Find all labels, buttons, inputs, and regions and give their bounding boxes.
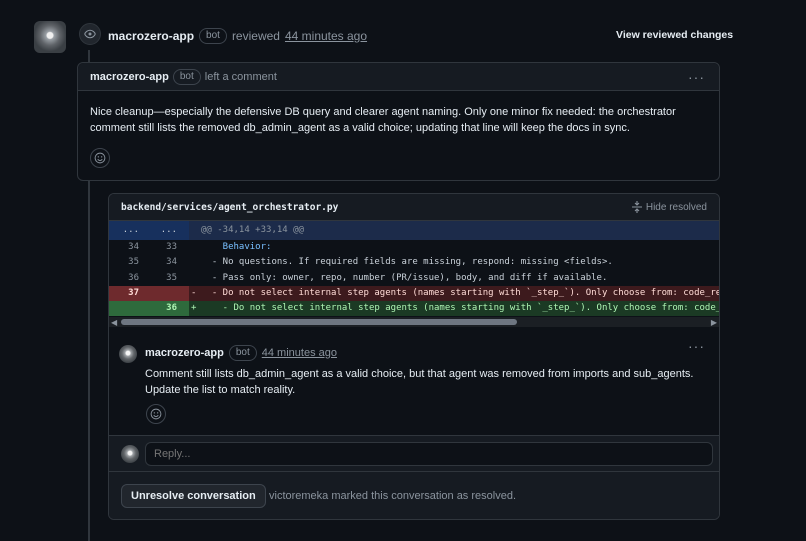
diff-line-deleted: 37 - - Do not select internal step agent… <box>109 285 719 302</box>
review-summary: macrozero-app bot left a comment ··· Nic… <box>77 62 720 181</box>
file-header: backend/services/agent_orchestrator.py H… <box>109 194 719 221</box>
diff-view: ... ... @@ -34,14 +33,14 @@ 34 33 Behavi… <box>109 221 719 317</box>
old-line-number: 35 <box>128 257 139 268</box>
bot-badge: bot <box>228 345 257 361</box>
summary-body: Nice cleanup—especially the defensive DB… <box>90 106 676 134</box>
resolve-area: Unresolve conversation victoremeka marke… <box>109 472 719 519</box>
new-line-number: 34 <box>166 257 177 268</box>
add-reaction-button[interactable] <box>146 404 166 424</box>
new-line-number: 35 <box>166 272 177 283</box>
comment-time[interactable]: 44 minutes ago <box>262 347 337 359</box>
smiley-icon <box>150 408 162 420</box>
diff-line: 36 35 - Pass only: owner, repo, number (… <box>109 271 719 286</box>
hunk-expand-down[interactable]: ... <box>147 221 177 240</box>
diff-code: - Pass only: owner, repo, number (PR/iss… <box>201 272 608 283</box>
comment-author[interactable]: macrozero-app <box>145 347 224 359</box>
reply-input[interactable] <box>145 442 713 466</box>
fold-icon <box>631 201 642 213</box>
old-line-number: 37 <box>128 287 139 298</box>
comment-header: macrozero-app bot 44 minutes ago <box>145 345 337 361</box>
hide-resolved-button[interactable]: Hide resolved <box>631 201 707 213</box>
diff-code: - Do not select internal step agents (na… <box>201 287 719 298</box>
more-options-icon[interactable]: ··· <box>688 69 705 85</box>
review-time[interactable]: 44 minutes ago <box>285 29 367 43</box>
summary-action: left a comment <box>204 70 277 83</box>
smiley-icon <box>94 152 106 164</box>
diff-sign: + <box>191 303 197 314</box>
eye-icon <box>79 23 101 45</box>
unresolve-conversation-button[interactable]: Unresolve conversation <box>121 484 266 508</box>
diff-code: - No questions. If required fields are m… <box>201 257 613 268</box>
diff-code: - Do not select internal step agents (na… <box>201 303 719 314</box>
hide-resolved-label: Hide resolved <box>645 201 707 213</box>
view-reviewed-changes-link[interactable]: View reviewed changes <box>616 29 733 41</box>
diff-line: 35 34 - No questions. If required fields… <box>109 255 719 270</box>
bot-badge: bot <box>199 28 227 44</box>
timeline-line <box>88 180 90 541</box>
old-line-number: 36 <box>128 272 139 283</box>
review-author[interactable]: macrozero-app <box>108 29 194 43</box>
diff-line-added: 36 + - Do not select internal step agent… <box>109 301 719 317</box>
scroll-left-icon[interactable]: ◀ <box>111 318 117 327</box>
hunk-expand-up[interactable]: ... <box>109 221 139 240</box>
review-header: macrozero-app bot reviewed 44 minutes ag… <box>108 28 367 44</box>
diff-line: 34 33 Behavior: <box>109 240 719 255</box>
review-comment: macrozero-app bot 44 minutes ago ··· Com… <box>109 332 719 436</box>
file-path[interactable]: backend/services/agent_orchestrator.py <box>121 202 338 213</box>
scroll-right-icon[interactable]: ▶ <box>711 318 717 327</box>
old-line-number: 34 <box>128 242 139 252</box>
diff-code: Behavior: <box>201 242 272 252</box>
avatar <box>121 445 139 463</box>
summary-author[interactable]: macrozero-app <box>90 71 169 83</box>
review-thread: backend/services/agent_orchestrator.py H… <box>108 193 720 520</box>
review-action: reviewed <box>231 29 280 43</box>
new-line-number: 33 <box>166 242 177 252</box>
add-reaction-button[interactable] <box>90 148 110 168</box>
comment-body: Comment still lists db_admin_agent as a … <box>145 368 694 396</box>
diff-sign: - <box>191 287 197 298</box>
hunk-header: ... ... @@ -34,14 +33,14 @@ <box>109 221 719 240</box>
more-options-icon[interactable]: ··· <box>688 338 705 354</box>
horizontal-scrollbar[interactable]: ◀ ▶ <box>109 317 719 327</box>
hunk-text: @@ -34,14 +33,14 @@ <box>201 225 304 235</box>
summary-header: macrozero-app bot left a comment ··· <box>78 63 719 91</box>
resolved-status: victoremeka marked this conversation as … <box>269 490 516 502</box>
reply-area <box>109 436 719 472</box>
avatar[interactable] <box>34 21 66 53</box>
scrollbar-thumb[interactable] <box>121 319 517 325</box>
bot-badge: bot <box>172 68 201 85</box>
new-line-number: 36 <box>166 303 177 314</box>
avatar[interactable] <box>119 345 137 363</box>
